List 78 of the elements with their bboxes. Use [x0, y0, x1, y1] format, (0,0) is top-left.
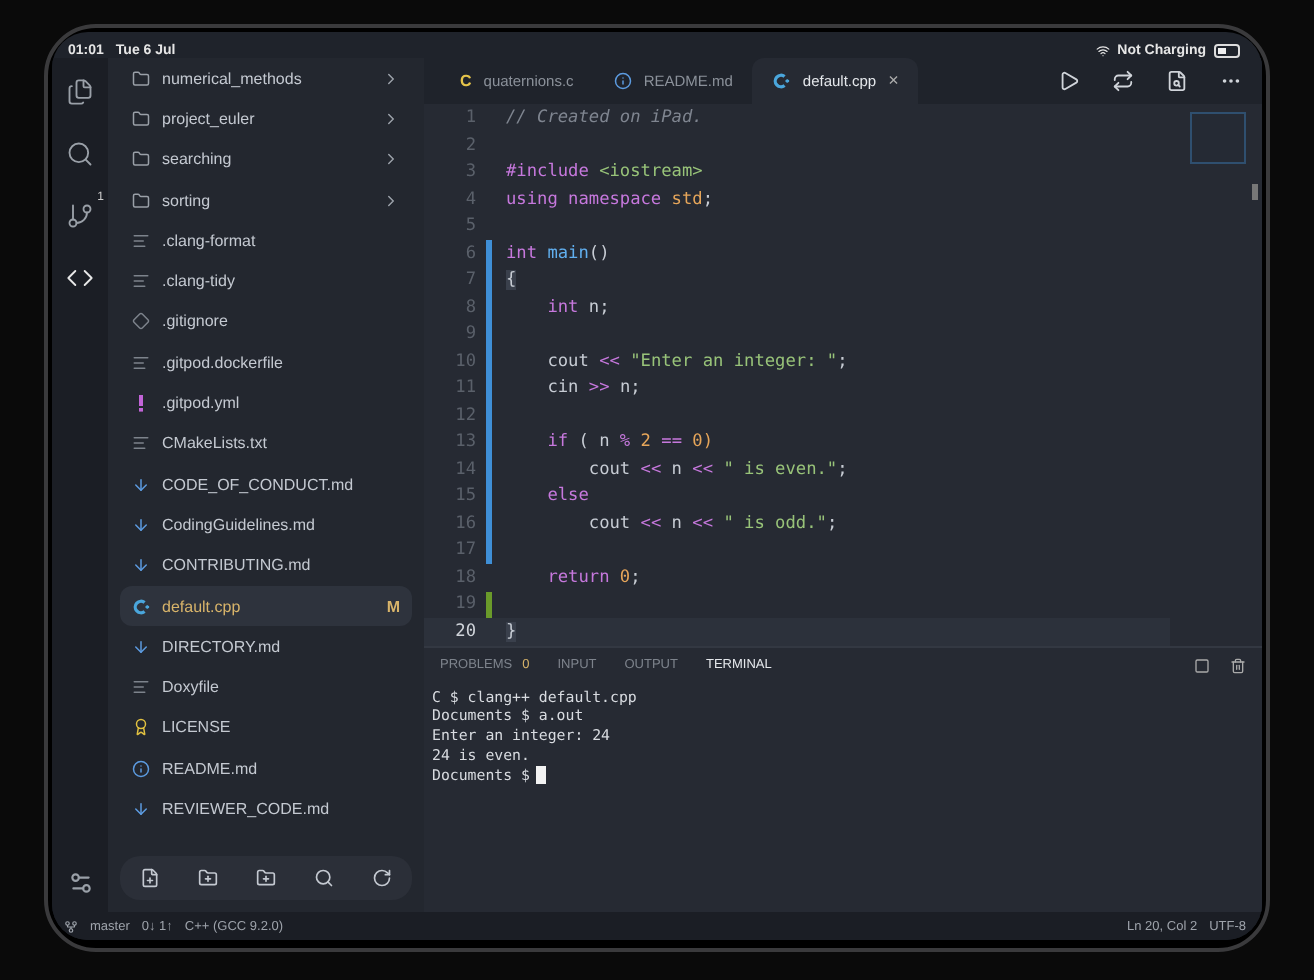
search-icon[interactable] — [66, 140, 94, 168]
modified-label: M — [386, 597, 400, 615]
info-icon — [613, 71, 632, 90]
info-icon — [132, 759, 150, 778]
lines-icon — [132, 678, 150, 697]
new-file-icon[interactable] — [139, 868, 160, 888]
code-line: using namespace std; — [506, 189, 714, 210]
diamond-icon — [132, 312, 150, 331]
folder-icon[interactable] — [255, 868, 276, 888]
file-item[interactable]: .clang-format — [120, 220, 412, 261]
chevron-icon — [382, 69, 400, 88]
chevron-icon — [382, 191, 400, 210]
down-arrow-icon — [132, 475, 150, 494]
lines-icon — [132, 272, 150, 291]
file-item[interactable]: REVIEWER_CODE.md — [120, 788, 412, 830]
maximize-icon[interactable] — [1194, 657, 1210, 674]
folder-icon — [132, 191, 150, 210]
settings-icon[interactable] — [67, 870, 93, 896]
code-line: cout << n << " is odd."; — [586, 513, 838, 534]
file-search-icon[interactable] — [1166, 69, 1188, 92]
lines-icon — [132, 231, 150, 250]
branch-icon[interactable] — [64, 919, 78, 933]
search-icon[interactable] — [314, 868, 335, 888]
wifi-icon — [1095, 44, 1110, 58]
swap-icon[interactable] — [1112, 69, 1134, 92]
code-line: int main() — [506, 243, 610, 264]
folder-icon — [132, 69, 150, 88]
code-line: if ( n % 2 == 0) — [545, 432, 714, 453]
battery-icon — [1214, 44, 1242, 58]
file-item[interactable]: .clang-tidy — [120, 260, 412, 302]
c-plus-icon — [772, 71, 791, 90]
close-icon[interactable]: × — [888, 70, 899, 91]
lines-icon — [132, 353, 150, 372]
file-item[interactable]: LICENSE — [120, 707, 412, 749]
files-icon[interactable] — [66, 78, 94, 106]
code-line: // Created on iPad. — [506, 108, 703, 129]
new-folder-icon[interactable] — [197, 868, 218, 888]
refresh-icon[interactable] — [372, 868, 393, 888]
file-item[interactable]: .gitpod.dockerfile — [120, 342, 412, 383]
code-line: return 0; — [545, 567, 641, 588]
code-line: else — [545, 486, 589, 507]
file-item[interactable]: .gitpod.yml — [120, 382, 412, 424]
run-icon[interactable] — [1058, 69, 1080, 92]
down-arrow-icon — [132, 637, 150, 656]
award-icon — [132, 718, 150, 737]
folder-item[interactable]: searching — [120, 139, 412, 180]
folder-item[interactable]: sorting — [120, 179, 412, 221]
code-icon[interactable] — [66, 264, 94, 292]
code-line: cout << n << " is even."; — [586, 459, 848, 480]
code-line: cin >> n; — [545, 378, 641, 399]
lines-icon — [132, 434, 150, 453]
file-item[interactable]: CodingGuidelines.md — [120, 504, 412, 546]
down-arrow-icon — [132, 556, 150, 575]
file-item[interactable]: .gitignore — [120, 301, 412, 343]
folder-icon — [132, 109, 150, 128]
down-arrow-icon — [132, 799, 150, 818]
file-item[interactable]: DIRECTORY.md — [120, 626, 412, 667]
folder-icon — [132, 150, 150, 169]
file-item[interactable]: CODE_OF_CONDUCT.md — [120, 463, 412, 505]
down-arrow-icon — [132, 515, 150, 534]
folder-item[interactable]: numerical_methods — [120, 58, 412, 99]
file-item[interactable]: CMakeLists.txt — [120, 423, 412, 464]
branch-icon[interactable] — [66, 202, 94, 230]
c-plus-icon — [132, 597, 150, 615]
code-line: #include <iostream> — [506, 162, 703, 183]
file-item[interactable]: CONTRIBUTING.md — [120, 545, 412, 586]
file-item[interactable]: README.md — [120, 748, 412, 789]
code-line: cout << "Enter an integer: "; — [545, 351, 848, 372]
chevron-icon — [382, 109, 400, 128]
chevron-icon — [382, 150, 400, 169]
line-number: 20 — [453, 621, 476, 642]
scrollbar-thumb[interactable] — [1252, 183, 1258, 200]
file-item[interactable]: default.cpp M — [120, 585, 412, 627]
file-item[interactable]: Doxyfile — [120, 666, 412, 708]
text-cursor — [535, 765, 546, 784]
code-line: int n; — [545, 297, 610, 318]
folder-item[interactable]: project_euler — [120, 98, 412, 140]
trash-icon[interactable] — [1230, 657, 1246, 674]
